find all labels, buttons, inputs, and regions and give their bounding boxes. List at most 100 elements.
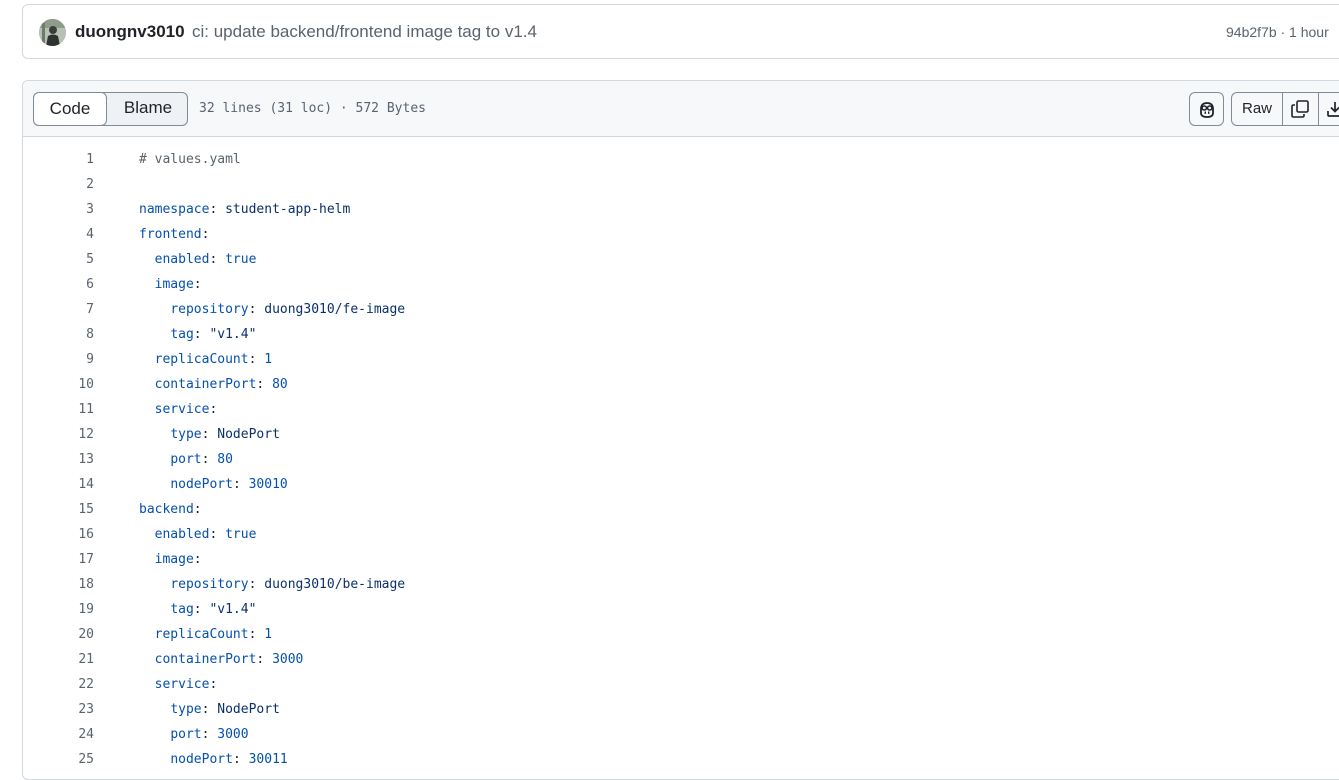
- line-text: containerPort: 80: [154, 377, 288, 392]
- code-line: 25 nodePort: 30011: [23, 747, 1339, 772]
- line-number[interactable]: 18: [23, 572, 94, 597]
- yaml-key: port: [170, 452, 202, 467]
- yaml-key: enabled: [154, 527, 210, 542]
- code-line: 13 port: 80: [23, 447, 1339, 472]
- line-number[interactable]: 1: [23, 147, 94, 172]
- yaml-key: repository: [170, 302, 249, 317]
- code-line: 11 service:: [23, 397, 1339, 422]
- yaml-key: service: [154, 677, 210, 692]
- yaml-value: 80: [272, 377, 288, 392]
- yaml-key: tag: [170, 602, 194, 617]
- line-text: image:: [154, 552, 202, 567]
- code-line: 8 tag: "v1.4": [23, 322, 1339, 347]
- yaml-value: 3000: [217, 727, 249, 742]
- line-number[interactable]: 19: [23, 597, 94, 622]
- line-number[interactable]: 20: [23, 622, 94, 647]
- line-text: tag: "v1.4": [170, 602, 257, 617]
- line-text: type: NodePort: [170, 702, 280, 717]
- file-info: 32 lines (31 loc) · 572 Bytes: [199, 101, 426, 116]
- line-text: nodePort: 30010: [170, 477, 288, 492]
- copy-raw-button[interactable]: [1282, 93, 1319, 125]
- avatar[interactable]: [39, 19, 66, 46]
- line-text: repository: duong3010/be-image: [170, 577, 406, 592]
- code-tab[interactable]: Code: [33, 92, 107, 126]
- line-number[interactable]: 24: [23, 722, 94, 747]
- line-number[interactable]: 2: [23, 172, 94, 197]
- yaml-key: repository: [170, 577, 249, 592]
- line-number[interactable]: 16: [23, 522, 94, 547]
- line-text: frontend:: [139, 227, 210, 242]
- raw-button[interactable]: Raw: [1232, 93, 1283, 125]
- yaml-value: 80: [217, 452, 233, 467]
- line-number[interactable]: 11: [23, 397, 94, 422]
- copilot-icon: [1200, 102, 1214, 118]
- code-line: 21 containerPort: 3000: [23, 647, 1339, 672]
- code-line: 15 backend:: [23, 497, 1339, 522]
- code-line: 7 repository: duong3010/fe-image: [23, 297, 1339, 322]
- yaml-value: true: [225, 527, 257, 542]
- code-line: 5 enabled: true: [23, 247, 1339, 272]
- code-body: 1 # values.yaml 2 3 namespace: student-app-h…: [23, 147, 1339, 772]
- copilot-button[interactable]: [1189, 92, 1224, 126]
- line-number[interactable]: 6: [23, 272, 94, 297]
- yaml-value: 30011: [248, 752, 288, 767]
- yaml-key: containerPort: [154, 377, 257, 392]
- yaml-key: containerPort: [154, 652, 257, 667]
- line-number[interactable]: 9: [23, 347, 94, 372]
- yaml-value: "v1.4": [209, 602, 257, 617]
- yaml-key: replicaCount: [154, 627, 249, 642]
- yaml-key: tag: [170, 327, 194, 342]
- code-line: 19 tag: "v1.4": [23, 597, 1339, 622]
- line-number[interactable]: 7: [23, 297, 94, 322]
- code-line: 24 port: 3000: [23, 722, 1339, 747]
- commit-hash-time[interactable]: 94b2f7b · 1 hour: [1226, 24, 1329, 40]
- yaml-value: duong3010/fe-image: [264, 302, 406, 317]
- line-text: service:: [154, 402, 218, 417]
- line-number[interactable]: 10: [23, 372, 94, 397]
- code-line: 22 service:: [23, 672, 1339, 697]
- line-text: replicaCount: 1: [154, 352, 273, 367]
- line-text: service:: [154, 677, 218, 692]
- code-line: 10 containerPort: 80: [23, 372, 1339, 397]
- code-line: 18 repository: duong3010/be-image: [23, 572, 1339, 597]
- line-text: nodePort: 30011: [170, 752, 288, 767]
- line-text: repository: duong3010/fe-image: [170, 302, 406, 317]
- line-number[interactable]: 23: [23, 697, 94, 722]
- line-number[interactable]: 8: [23, 322, 94, 347]
- line-text: enabled: true: [154, 527, 257, 542]
- yaml-value: "v1.4": [209, 327, 257, 342]
- line-number[interactable]: 4: [23, 222, 94, 247]
- yaml-value: NodePort: [217, 427, 280, 442]
- yaml-key: image: [154, 277, 194, 292]
- line-number[interactable]: 5: [23, 247, 94, 272]
- line-number[interactable]: 3: [23, 197, 94, 222]
- yaml-key: backend: [139, 502, 194, 517]
- line-text: backend:: [139, 502, 202, 517]
- line-text: port: 3000: [170, 727, 249, 742]
- commit-author-link[interactable]: duongnv3010: [75, 22, 185, 42]
- line-number[interactable]: 15: [23, 497, 94, 522]
- line-text: tag: "v1.4": [170, 327, 257, 342]
- blame-tab[interactable]: Blame: [110, 92, 186, 126]
- line-text: type: NodePort: [170, 427, 280, 442]
- line-number[interactable]: 14: [23, 472, 94, 497]
- line-number[interactable]: 17: [23, 547, 94, 572]
- code-line: 12 type: NodePort: [23, 422, 1339, 447]
- download-button[interactable]: [1318, 93, 1339, 125]
- line-text: enabled: true: [154, 252, 257, 267]
- line-number[interactable]: 25: [23, 747, 94, 772]
- line-number[interactable]: 22: [23, 672, 94, 697]
- yaml-key: frontend: [139, 227, 202, 242]
- line-number[interactable]: 12: [23, 422, 94, 447]
- yaml-key: type: [170, 427, 202, 442]
- line-number[interactable]: 13: [23, 447, 94, 472]
- line-number[interactable]: 21: [23, 647, 94, 672]
- code-line: 3 namespace: student-app-helm: [23, 197, 1339, 222]
- line-text: containerPort: 3000: [154, 652, 304, 667]
- yaml-value: 3000: [272, 652, 304, 667]
- yaml-value: duong3010/be-image: [264, 577, 406, 592]
- code-line: 1 # values.yaml: [23, 147, 1339, 172]
- line-text: replicaCount: 1: [154, 627, 273, 642]
- code-line: 2: [23, 172, 1339, 197]
- commit-message-link[interactable]: ci: update backend/frontend image tag to…: [192, 22, 537, 42]
